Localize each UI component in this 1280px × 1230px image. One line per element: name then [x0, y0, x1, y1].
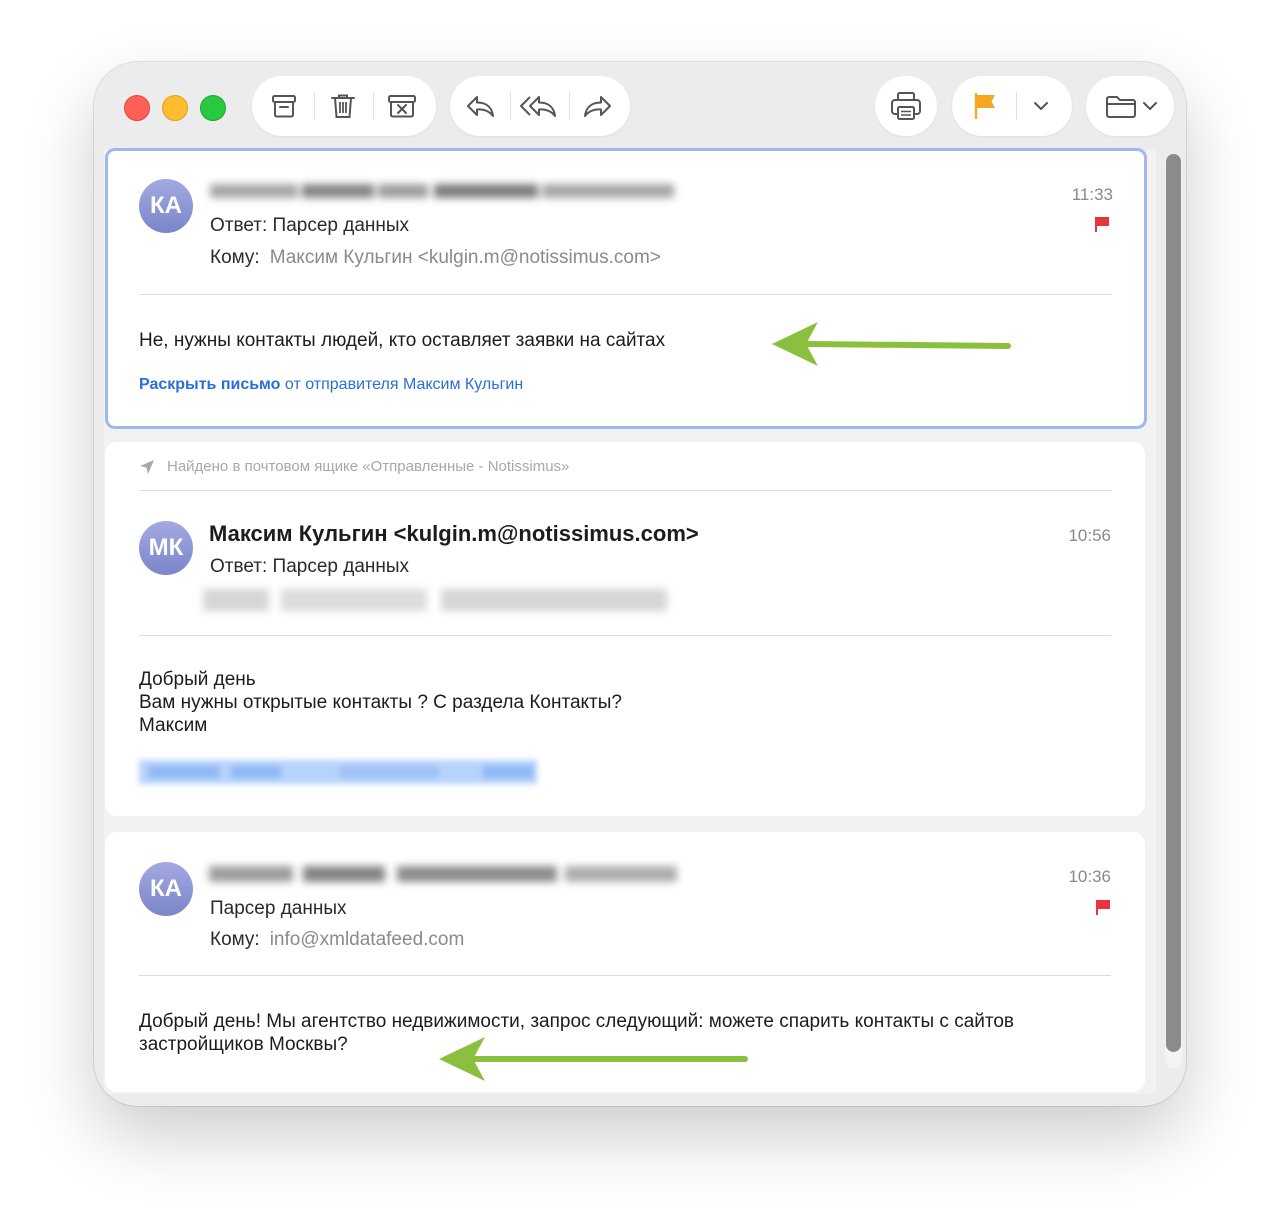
body-line: Добрый день! Мы агентство недвижимости, … — [139, 1011, 1015, 1032]
message-time: 11:33 — [1071, 185, 1113, 204]
mail-window: КА Ответ: Парсер данных Кому: Максим Куль… — [94, 62, 1186, 1106]
message-subject: Парсер данных — [210, 898, 347, 919]
flag-icon — [1096, 900, 1110, 915]
junk-box-icon — [388, 95, 416, 118]
blurred-sender — [210, 184, 674, 198]
reply-button[interactable] — [458, 84, 502, 128]
divider — [139, 635, 1111, 636]
message-subject: Ответ: Парсер данных — [210, 556, 410, 577]
to-label: Кому: — [210, 247, 260, 268]
found-in-text: Найдено в почтовом ящике «Отправленные -… — [167, 458, 570, 475]
printer-icon — [891, 92, 921, 120]
archive-button[interactable] — [262, 84, 306, 128]
flag-color-menu-button[interactable] — [1019, 84, 1063, 128]
divider — [139, 975, 1111, 976]
paper-plane-icon — [140, 459, 154, 474]
flag-button[interactable] — [963, 84, 1007, 128]
recipient-row: Кому: Максим Кульгин <kulgin.m@notissimus… — [210, 247, 661, 269]
to-address: info@xmldatafeed.com — [269, 929, 465, 950]
to-address: Максим Кульгин <kulgin.m@notissimus.com> — [269, 247, 661, 268]
scrollbar-thumb[interactable] — [1166, 154, 1181, 1052]
avatar: КА — [139, 179, 193, 233]
found-in-mailbox-note: Найдено в почтовом ящике «Отправленные -… — [139, 458, 569, 475]
message-body: Добрый день Вам нужны открытые контакты … — [139, 668, 622, 737]
message-subject: Ответ: Парсер данных — [210, 215, 410, 236]
move-to-folder-button[interactable] — [1096, 84, 1166, 128]
divider — [139, 294, 1111, 295]
expand-link-rest: от отправителя Максим Кульгин — [284, 376, 524, 393]
annotation-arrow-icon — [439, 1037, 748, 1081]
forward-icon — [584, 96, 611, 117]
archive-box-icon — [272, 95, 296, 118]
zoom-window-button[interactable] — [200, 95, 226, 121]
folder-icon — [1106, 96, 1136, 118]
reply-icon — [467, 96, 494, 117]
minimize-window-button[interactable] — [162, 95, 188, 121]
body-line: Добрый день — [139, 669, 256, 690]
avatar: МК — [139, 521, 193, 575]
message-card-2[interactable]: Найдено в почтовом ящике «Отправленные -… — [105, 442, 1145, 816]
chevron-down-icon — [1034, 102, 1048, 110]
flag-icon — [974, 92, 995, 120]
to-label: Кому: — [210, 929, 260, 950]
message-body: Не, нужны контакты людей, кто оставляет … — [139, 330, 666, 351]
toolbar-group-print — [875, 76, 937, 136]
recipient-row: Кому: info@xmldatafeed.com — [210, 929, 464, 951]
blurred-signature-link — [139, 760, 537, 784]
trash-icon — [331, 94, 355, 118]
body-line: Максим — [139, 715, 208, 736]
forward-button[interactable] — [576, 84, 620, 128]
message-card-1[interactable]: КА Ответ: Парсер данных Кому: Максим Куль… — [105, 148, 1147, 429]
message-card-3[interactable]: КА Парсер данных Кому: info@xmldatafeed.c… — [105, 832, 1145, 1092]
expand-link-bold: Раскрыть письмо — [139, 376, 281, 393]
message-time: 10:56 — [1068, 526, 1111, 545]
expand-message-link[interactable]: Раскрыть письмо от отправителя Максим Ку… — [139, 376, 523, 394]
body-line: Вам нужны открытые контакты ? С раздела … — [139, 692, 622, 713]
reply-all-icon — [520, 96, 556, 117]
toolbar-group-mailbox-actions — [252, 76, 436, 136]
delete-button[interactable] — [321, 84, 365, 128]
flag-icon — [1095, 217, 1109, 232]
print-button[interactable] — [884, 84, 928, 128]
message-time: 10:36 — [1068, 867, 1111, 886]
divider — [139, 490, 1111, 491]
toolbar-group-flag — [952, 76, 1072, 136]
avatar: КА — [139, 862, 193, 916]
annotation-arrow-icon — [772, 322, 1011, 366]
toolbar-group-move — [1086, 76, 1174, 136]
chevron-down-icon — [1143, 102, 1157, 110]
close-window-button[interactable] — [124, 95, 150, 121]
toolbar-group-reply-actions — [450, 76, 630, 136]
reply-all-button[interactable] — [517, 84, 561, 128]
message-sender: Максим Кульгин <kulgin.m@notissimus.com> — [209, 521, 699, 546]
junk-button[interactable] — [380, 84, 424, 128]
blurred-sender — [209, 866, 677, 882]
blurred-recipients — [203, 589, 669, 611]
